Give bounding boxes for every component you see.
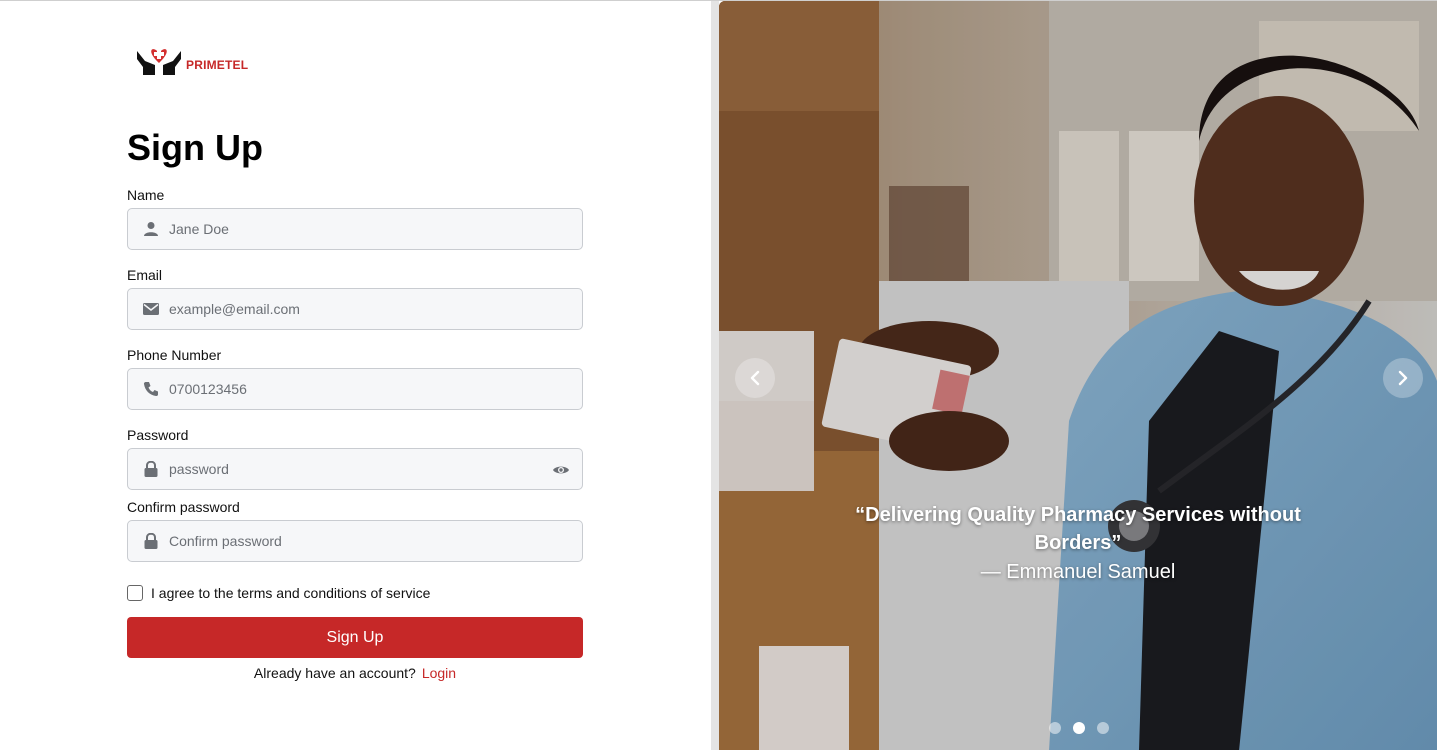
name-label: Name (127, 187, 165, 203)
email-field[interactable] (127, 288, 583, 330)
account-prompt-text: Already have an account? (253, 665, 416, 681)
carousel-dot[interactable] (1073, 722, 1085, 734)
page-title: Sign Up (127, 127, 263, 168)
testimonial-carousel: “Delivering Quality Pharmacy Services wi… (719, 1, 1437, 750)
phone-input[interactable] (169, 369, 582, 409)
carousel-prev-button[interactable] (735, 358, 775, 398)
carousel-dot[interactable] (1049, 722, 1061, 734)
name-field[interactable] (127, 208, 583, 250)
login-prompt: Already have an account? Login (127, 665, 583, 681)
carousel-dot[interactable] (1097, 722, 1109, 734)
testimonial-quote: “Delivering Quality Pharmacy Services wi… (855, 504, 1301, 554)
terms-label[interactable]: I agree to the terms and conditions of s… (151, 585, 430, 601)
panel-divider (711, 1, 719, 750)
login-link[interactable]: Login (422, 665, 456, 681)
terms-checkbox[interactable] (127, 585, 143, 601)
signup-panel: PRIMETEL Sign Up Name Email Phone Number… (0, 1, 711, 750)
phone-icon (143, 381, 159, 397)
email-label: Email (127, 267, 163, 283)
brand-name: PRIMETEL (186, 58, 249, 72)
user-icon (143, 221, 159, 237)
name-input[interactable] (169, 209, 582, 249)
phone-label: Phone Number (127, 347, 222, 363)
terms-row: I agree to the terms and conditions of s… (127, 585, 430, 601)
confirm-password-field[interactable] (127, 520, 583, 562)
brand-logo[interactable]: PRIMETEL (135, 41, 248, 77)
signup-button[interactable]: Sign Up (127, 617, 583, 658)
chevron-left-icon (750, 370, 760, 386)
hands-heart-icon (137, 49, 181, 75)
lock-icon (143, 533, 159, 549)
password-label: Password (127, 427, 189, 443)
pharmacist-photo (719, 1, 1437, 750)
testimonial-author: — Emmanuel Samuel (980, 561, 1176, 583)
confirm-password-label: Confirm password (127, 499, 240, 515)
password-input[interactable] (169, 449, 582, 489)
carousel-next-button[interactable] (1383, 358, 1423, 398)
chevron-right-icon (1398, 370, 1408, 386)
confirm-password-input[interactable] (169, 521, 582, 561)
lock-icon (143, 461, 159, 477)
eye-icon[interactable] (552, 461, 570, 479)
envelope-icon (143, 301, 159, 317)
password-field[interactable] (127, 448, 583, 490)
phone-field[interactable] (127, 368, 583, 410)
email-input[interactable] (169, 289, 582, 329)
carousel-caption: “Delivering Quality Pharmacy Services wi… (719, 501, 1437, 587)
carousel-indicators (1049, 722, 1109, 734)
